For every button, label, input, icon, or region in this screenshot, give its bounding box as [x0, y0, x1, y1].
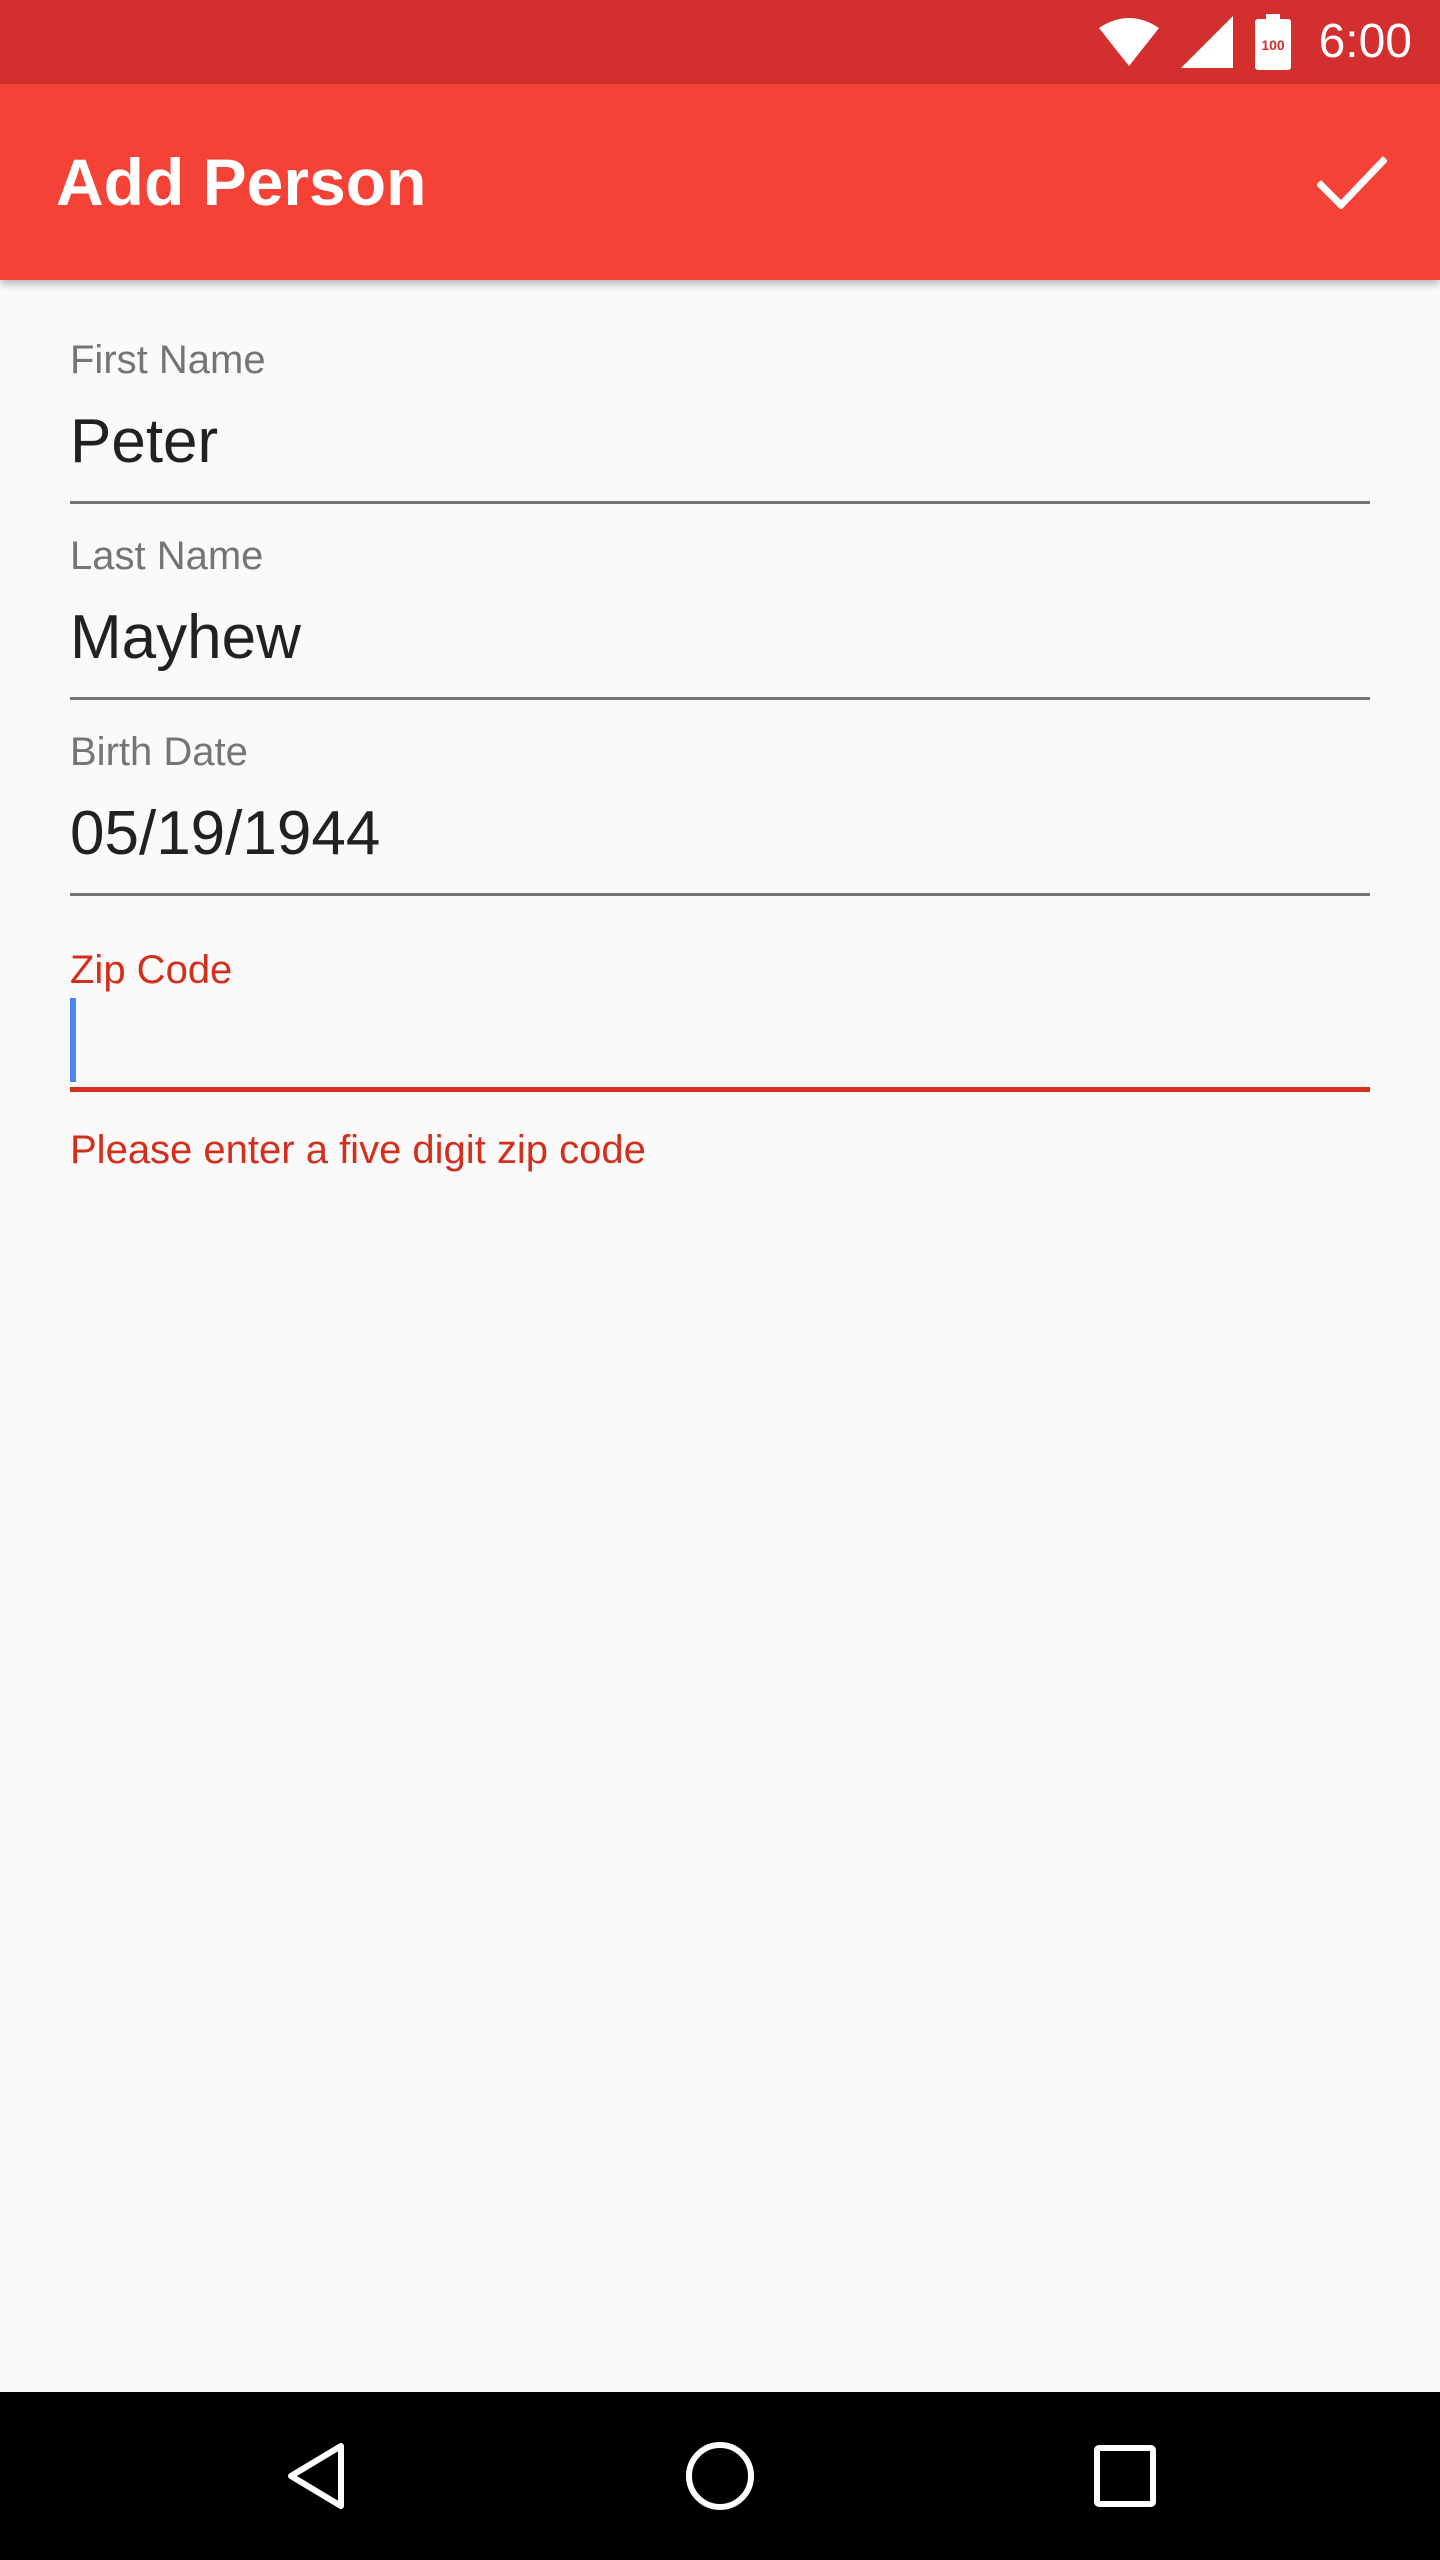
birth-date-input[interactable] [70, 794, 1370, 874]
app-bar: Add Person [0, 84, 1440, 280]
status-icons: 100 6:00 [1098, 0, 1412, 84]
back-button[interactable] [265, 2426, 365, 2526]
confirm-button[interactable] [1292, 122, 1412, 242]
battery-icon: 100 [1254, 14, 1291, 70]
zip-code-underline [70, 1087, 1370, 1092]
zip-code-label: Zip Code [70, 948, 233, 992]
status-time: 6:00 [1318, 15, 1412, 68]
first-name-field: First Name [70, 280, 1370, 504]
last-name-input[interactable] [70, 598, 1370, 678]
person-form: First Name Last Name Birth Date [70, 280, 1370, 896]
recents-button[interactable] [1075, 2426, 1175, 2526]
home-button[interactable] [670, 2426, 770, 2526]
back-icon [288, 2443, 344, 2509]
svg-text:100: 100 [1261, 37, 1285, 53]
birth-date-label: Birth Date [70, 730, 248, 774]
wifi-icon [1098, 18, 1159, 66]
first-name-label: First Name [70, 338, 266, 382]
home-icon [686, 2442, 754, 2510]
recents-icon [1094, 2445, 1156, 2507]
birth-date-underline [70, 893, 1370, 896]
cell-signal-icon [1180, 16, 1233, 68]
text-cursor [70, 998, 76, 1082]
zip-code-error: Please enter a five digit zip code [70, 1128, 646, 1172]
page-title: Add Person [56, 145, 427, 219]
status-bar: 100 6:00 [0, 0, 1440, 84]
check-icon [1317, 156, 1387, 209]
last-name-label: Last Name [70, 534, 264, 578]
last-name-field: Last Name [70, 476, 1370, 700]
navigation-bar [0, 2392, 1440, 2560]
first-name-input[interactable] [70, 402, 1370, 482]
birth-date-field: Birth Date [70, 672, 1370, 896]
zip-code-input[interactable] [70, 1002, 1370, 1082]
